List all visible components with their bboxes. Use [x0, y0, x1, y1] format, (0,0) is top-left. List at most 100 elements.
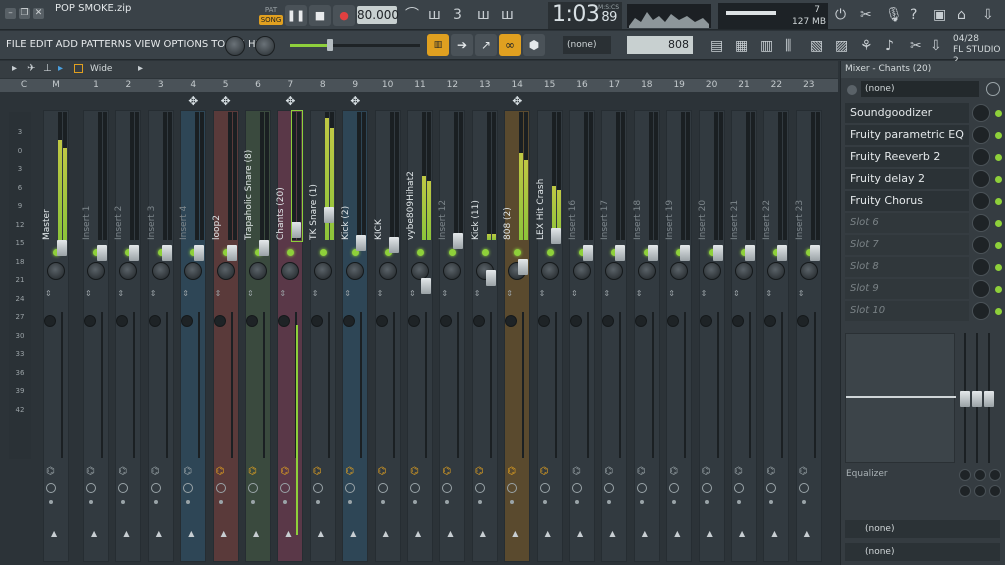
clock-icon[interactable]	[150, 483, 161, 493]
clock-icon[interactable]	[734, 483, 744, 493]
slot-enable-led[interactable]	[995, 198, 1002, 205]
volume-fader[interactable]	[161, 245, 172, 261]
effect-slot-10[interactable]: Slot 10	[845, 301, 969, 321]
slot-enable-led[interactable]	[995, 154, 1002, 161]
power-icon[interactable]: ⏻	[835, 4, 846, 26]
stereo-arrows-icon[interactable]: ⇕	[474, 289, 481, 298]
clock-icon[interactable]	[539, 483, 550, 493]
volume-fader[interactable]	[194, 245, 205, 261]
slot-mix-knob[interactable]	[972, 214, 990, 232]
link-plus-icon[interactable]: ✥	[350, 94, 360, 108]
route-icon[interactable]: ⌬	[540, 466, 549, 477]
slot-enable-led[interactable]	[995, 110, 1002, 117]
volume-fader[interactable]	[647, 245, 658, 261]
send-dot[interactable]	[737, 500, 741, 504]
eq-knob-6[interactable]	[989, 485, 1001, 497]
slot-enable-led[interactable]	[995, 264, 1002, 271]
send-dot[interactable]	[704, 500, 709, 504]
pan-knob[interactable]	[735, 262, 753, 280]
pan-knob[interactable]	[378, 262, 397, 280]
route-icon[interactable]: ⌬	[151, 466, 160, 477]
send-dot[interactable]	[477, 500, 482, 504]
plugin-db-icon[interactable]: ▨	[835, 35, 848, 57]
stereo-arrows-icon[interactable]: ⇕	[636, 289, 643, 298]
pan-knob[interactable]	[573, 262, 591, 280]
stereo-arrows-icon[interactable]: ⇕	[344, 289, 351, 298]
stereo-arrows-icon[interactable]: ⇕	[247, 289, 254, 298]
send-dot[interactable]	[89, 500, 93, 504]
menu-options[interactable]: OPTIONS	[164, 39, 209, 50]
route-icon[interactable]: ⌬	[604, 466, 613, 477]
route-icon[interactable]: ⌬	[410, 466, 419, 477]
menu-edit[interactable]: EDIT	[30, 39, 53, 50]
volume-fader[interactable]	[226, 245, 237, 261]
mixer-icon[interactable]: ⫼	[785, 35, 791, 57]
volume-fader[interactable]	[485, 270, 496, 286]
volume-fader[interactable]	[57, 240, 67, 256]
step-edit-icon[interactable]: ш	[477, 4, 490, 26]
scissors-icon[interactable]: ✂	[910, 35, 922, 57]
slot-enable-led[interactable]	[995, 308, 1002, 315]
view-mode-label[interactable]: Wide	[90, 64, 112, 74]
stereo-knob[interactable]	[310, 315, 323, 327]
route-icon[interactable]: ⌬	[799, 466, 808, 477]
clock-icon[interactable]	[798, 483, 809, 493]
slot-mix-knob[interactable]	[972, 258, 990, 276]
stereo-arrows-icon[interactable]: ⇕	[45, 289, 52, 298]
touch-icon[interactable]: ⚘	[860, 35, 873, 57]
slot-mix-knob[interactable]	[972, 280, 990, 298]
clock-icon[interactable]	[636, 483, 647, 493]
route-arrow-icon[interactable]: ▲	[188, 529, 194, 538]
menu-view[interactable]: VIEW	[135, 39, 161, 50]
stereo-knob[interactable]	[44, 315, 56, 327]
route-arrow-icon[interactable]: ▲	[545, 529, 551, 538]
slot-mix-knob[interactable]	[972, 192, 990, 210]
effect-slot-7[interactable]: Slot 7	[845, 235, 969, 255]
eq-knob-5[interactable]	[974, 485, 986, 497]
stereo-arrows-icon[interactable]: ⇕	[765, 289, 772, 298]
volume-fader[interactable]	[388, 237, 399, 253]
slot-enable-led[interactable]	[995, 176, 1002, 183]
send-dot[interactable]	[380, 500, 385, 504]
pan-knob[interactable]	[637, 262, 656, 280]
menu-file[interactable]: FILE	[6, 39, 27, 50]
send-dot[interactable]	[218, 500, 223, 504]
master-slider[interactable]	[290, 39, 420, 51]
playlist-icon[interactable]: ▤	[710, 35, 723, 57]
stereo-knob[interactable]	[732, 315, 744, 327]
stereo-arrows-icon[interactable]: ⇕	[668, 289, 675, 298]
loop-record-icon[interactable]: ш	[501, 4, 514, 26]
tools-icon[interactable]: ✂	[860, 4, 872, 26]
route-icon[interactable]: ⌬	[248, 466, 257, 477]
mixer-select-icon[interactable]: ▸	[58, 63, 63, 74]
menu-patterns[interactable]: PATTERNS	[81, 39, 132, 50]
stereo-arrows-icon[interactable]: ⇕	[312, 289, 319, 298]
volume-fader[interactable]	[745, 245, 755, 261]
route-arrow-icon[interactable]: ▲	[739, 529, 745, 538]
route-arrow-icon[interactable]: ▲	[707, 529, 713, 538]
eq-low-fader[interactable]	[960, 391, 970, 407]
send-dot[interactable]	[801, 500, 806, 504]
download-icon[interactable]: ⇩	[930, 35, 942, 57]
record-button[interactable]: ●	[333, 5, 355, 26]
arrow-button[interactable]: ➔	[451, 34, 473, 56]
slot-enable-led[interactable]	[995, 242, 1002, 249]
strip-label[interactable]: Kick (2)	[341, 116, 371, 240]
route-icon[interactable]: ⌬	[46, 466, 55, 477]
pattern-number[interactable]: 808	[627, 36, 693, 54]
route-arrow-icon[interactable]: ▲	[318, 529, 324, 538]
strip-label[interactable]: KICK	[374, 116, 404, 240]
stereo-knob[interactable]	[148, 315, 161, 327]
restore-icon[interactable]: ❐	[19, 8, 30, 19]
effect-slot-4[interactable]: Fruity delay 2	[845, 169, 969, 189]
route-arrow-icon[interactable]: ▲	[156, 529, 162, 538]
effect-slot-8[interactable]: Slot 8	[845, 257, 969, 277]
clock-icon[interactable]	[572, 483, 582, 493]
route-icon[interactable]: ⌬	[669, 466, 678, 477]
route-arrow-icon[interactable]: ▲	[447, 529, 453, 538]
equalizer-graph[interactable]	[845, 333, 956, 463]
route-icon[interactable]: ⌬	[442, 466, 451, 477]
countdown-icon[interactable]: 3	[453, 4, 462, 26]
stereo-arrows-icon[interactable]: ⇕	[85, 289, 92, 298]
input-select[interactable]: (none)	[861, 81, 979, 97]
